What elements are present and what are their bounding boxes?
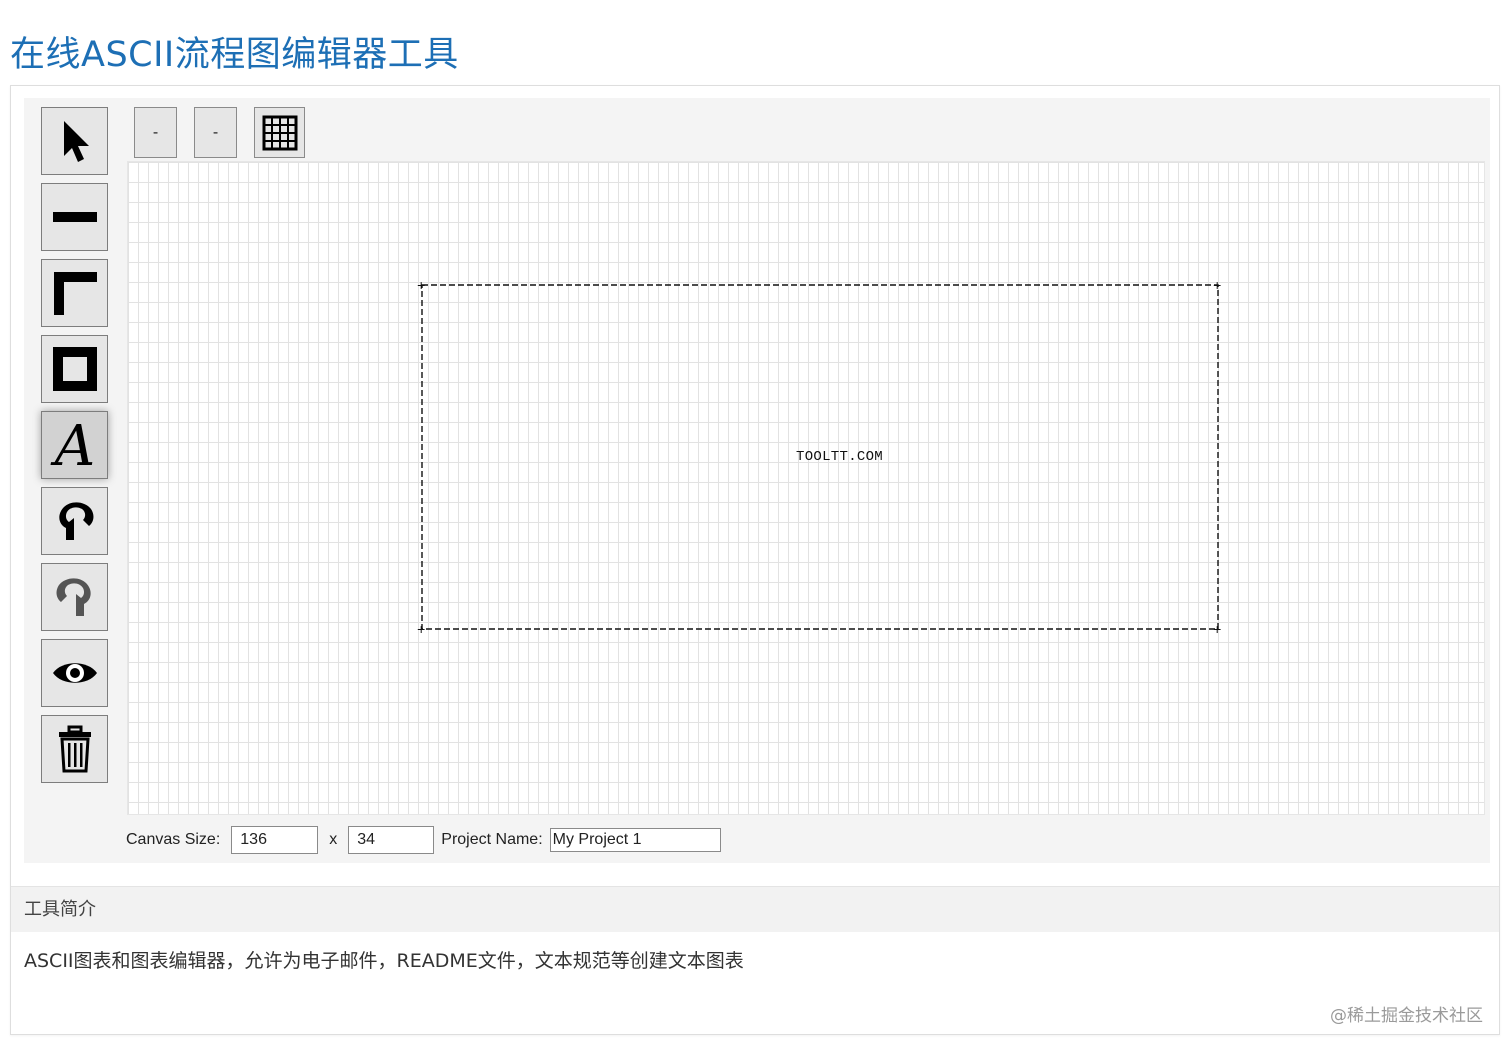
eye-icon	[52, 663, 97, 683]
text-tool-button[interactable]: A	[41, 411, 108, 479]
project-name-label: Project Name:	[441, 831, 543, 848]
canvas-size-label: Canvas Size:	[126, 831, 221, 848]
box-tool-button[interactable]	[41, 335, 108, 403]
text-icon: A	[50, 418, 95, 472]
canvas-settings-row: Canvas Size: x Project Name:	[126, 825, 721, 855]
ascii-box-drawing: + + + +	[417, 279, 1221, 639]
corner-line-icon	[53, 272, 97, 315]
grid-toggle-button[interactable]	[254, 107, 305, 158]
top-toolbar: - -	[134, 107, 322, 158]
svg-text:+: +	[417, 279, 425, 295]
corner-line-tool-button[interactable]	[41, 259, 108, 327]
zoom-out-button[interactable]: -	[134, 107, 177, 158]
zoom-out-secondary-button[interactable]: -	[194, 107, 237, 158]
select-tool-button[interactable]	[41, 107, 108, 175]
undo-icon	[58, 502, 93, 540]
undo-button[interactable]	[41, 487, 108, 555]
page-title: 在线ASCII流程图编辑器工具	[10, 35, 459, 75]
watermark: @稀土掘金技术社区	[1330, 1006, 1483, 1026]
canvas-size-separator: x	[329, 831, 338, 848]
intro-text: ASCII图表和图表编辑器，允许为电子邮件，README文件，文本规范等创建文本…	[24, 950, 744, 972]
svg-text:+: +	[1213, 279, 1221, 295]
tool-card: A - - + + + + TOOLTT.COM Canvas Size: 13…	[10, 85, 1500, 1035]
canvas-text-label: TOOLTT.COM	[796, 449, 884, 465]
svg-text:A: A	[50, 418, 95, 472]
box-icon	[52, 347, 97, 391]
line-icon	[52, 212, 97, 222]
intro-heading: 工具简介	[11, 886, 1499, 932]
trash-icon	[58, 725, 91, 773]
pointer-icon	[63, 121, 89, 162]
svg-text:+: +	[1213, 623, 1221, 639]
line-tool-button[interactable]	[41, 183, 108, 251]
canvas-width-input[interactable]	[231, 826, 319, 854]
preview-button[interactable]	[41, 639, 108, 707]
clear-button[interactable]	[41, 715, 108, 783]
editor-panel: A - - + + + + TOOLTT.COM Canvas Size: 13…	[24, 98, 1490, 863]
svg-text:+: +	[417, 623, 425, 639]
project-name-input[interactable]	[549, 828, 721, 852]
canvas-height-input[interactable]	[348, 826, 435, 854]
redo-icon	[56, 578, 91, 616]
grid-icon	[262, 115, 297, 150]
drawing-canvas[interactable]: + + + + TOOLTT.COM	[127, 161, 1485, 815]
redo-button[interactable]	[41, 563, 108, 631]
tool-sidebar: A	[41, 107, 109, 791]
